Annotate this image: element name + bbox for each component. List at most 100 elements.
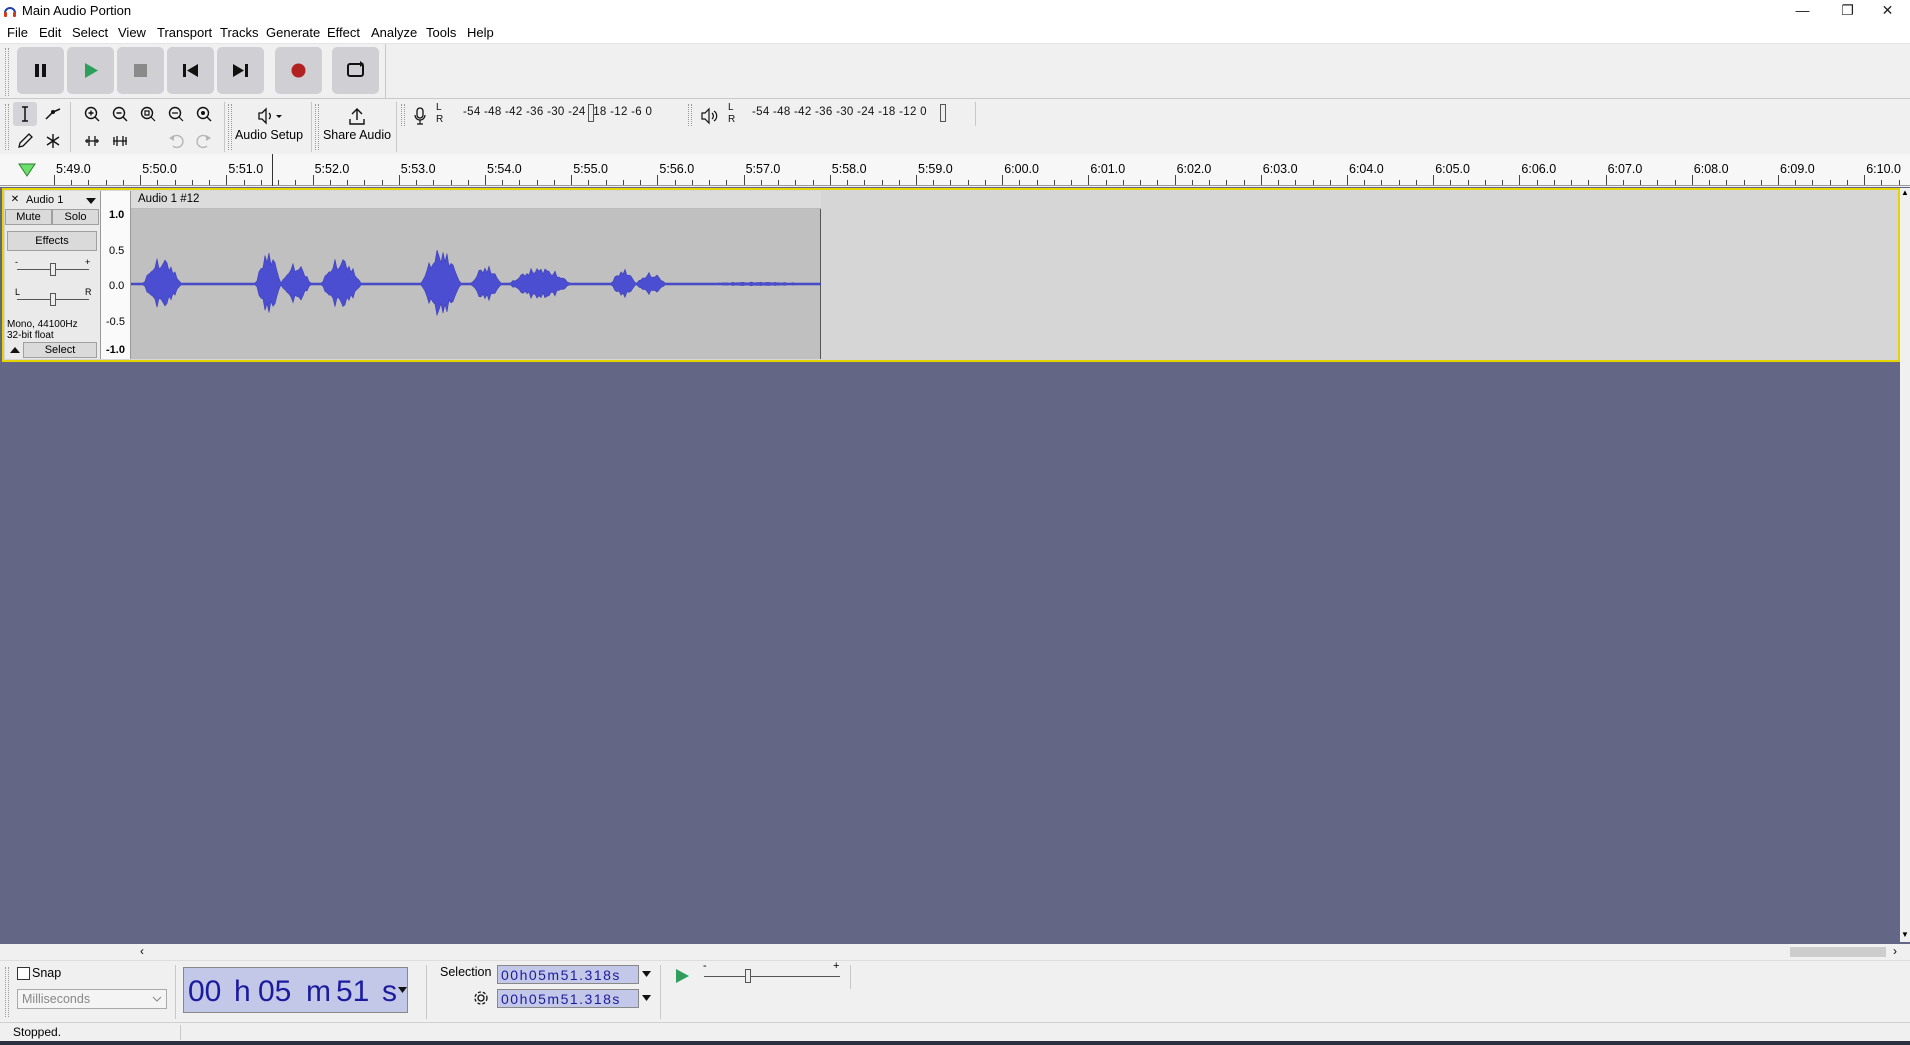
- play-at-speed-icon[interactable]: [672, 966, 692, 986]
- play-meter-scale[interactable]: -54 -48 -42 -36 -30 -24 -18 -12 0: [752, 106, 927, 118]
- track-menu-dropdown-icon[interactable]: [85, 196, 97, 206]
- speaker-icon[interactable]: [699, 105, 721, 127]
- menu-tools[interactable]: Tools: [426, 25, 456, 40]
- effects-button[interactable]: Effects: [7, 231, 97, 251]
- zoom-toggle-button[interactable]: [192, 102, 216, 126]
- toolbar-grip[interactable]: [5, 48, 9, 96]
- menu-file[interactable]: File: [7, 25, 28, 40]
- track-name[interactable]: Audio 1: [26, 194, 63, 206]
- audio-setup-button[interactable]: Audio Setup: [234, 104, 304, 150]
- taskbar-edge: [0, 1041, 1910, 1045]
- ruler-tick: [88, 180, 90, 185]
- toolbar-grip[interactable]: [688, 104, 692, 126]
- skip-to-end-button[interactable]: [217, 47, 264, 94]
- record-meter-scale[interactable]: -54 -48 -42 -36 -30 -24 -18 -12 -6 0: [463, 106, 652, 118]
- redo-button[interactable]: [192, 129, 216, 153]
- menu-select[interactable]: Select: [72, 25, 108, 40]
- silence-audio-button[interactable]: [108, 129, 132, 153]
- play-meter-slider-thumb[interactable]: [940, 104, 946, 122]
- audio-clip[interactable]: [131, 191, 821, 359]
- amplitude-ruler[interactable]: 1.0 0.5 0.0 -0.5 -1.0: [101, 191, 131, 359]
- scroll-left-icon[interactable]: ‹: [140, 944, 144, 958]
- time-display[interactable]: 00 h 05 m 51 s: [183, 967, 408, 1013]
- menu-generate[interactable]: Generate: [266, 25, 320, 40]
- multi-tool[interactable]: [41, 129, 65, 153]
- vertical-scrollbar[interactable]: ▲ ▼: [1900, 188, 1910, 942]
- play-button[interactable]: [67, 47, 114, 94]
- menu-analyze[interactable]: Analyze: [371, 25, 417, 40]
- selection-tool[interactable]: [13, 102, 37, 126]
- ruler-tick: [898, 180, 900, 185]
- scroll-right-icon[interactable]: ›: [1893, 944, 1897, 958]
- ruler-time-label: 5:59.0: [918, 162, 953, 176]
- restore-button[interactable]: ❐: [1825, 0, 1870, 22]
- toolbar-grip[interactable]: [228, 104, 232, 150]
- gain-slider-thumb[interactable]: [50, 263, 56, 276]
- selection-start-dropdown-icon[interactable]: [642, 970, 651, 978]
- selection-start-field[interactable]: 00h05m51.318s: [497, 965, 639, 984]
- horizontal-scrollbar[interactable]: ‹ ›: [0, 944, 1910, 960]
- ruler-tick: [864, 180, 866, 185]
- speed-slider-thumb[interactable]: [745, 969, 751, 983]
- track-close-button[interactable]: ✕: [7, 193, 23, 208]
- ruler-tick: [1433, 175, 1435, 185]
- ruler-tick: [950, 180, 952, 185]
- horizontal-scroll-thumb[interactable]: [1790, 947, 1886, 957]
- menu-effect[interactable]: Effect: [327, 25, 360, 40]
- close-window-button[interactable]: ✕: [1865, 0, 1910, 22]
- draw-tool[interactable]: [13, 129, 37, 153]
- zoom-out-button[interactable]: [108, 102, 132, 126]
- loop-button[interactable]: [332, 47, 379, 94]
- menu-edit[interactable]: Edit: [39, 25, 61, 40]
- ruler-tick: [640, 180, 642, 185]
- solo-button[interactable]: Solo: [52, 209, 99, 225]
- mute-button[interactable]: Mute: [5, 209, 52, 225]
- track-format-rate: Mono, 44100Hz: [7, 319, 78, 330]
- minimize-button[interactable]: —: [1780, 0, 1825, 22]
- selection-end-dropdown-icon[interactable]: [642, 994, 651, 1002]
- record-meter-slider-thumb[interactable]: [588, 104, 594, 122]
- menu-transport[interactable]: Transport: [157, 25, 212, 40]
- toolbar-grip[interactable]: [5, 967, 9, 1017]
- chevron-down-icon: [152, 996, 162, 1002]
- share-audio-button[interactable]: Share Audio: [322, 104, 392, 150]
- ruler-tick: [467, 180, 469, 185]
- fit-project-button[interactable]: [164, 102, 188, 126]
- stop-button[interactable]: [117, 47, 164, 94]
- snap-format-select[interactable]: Milliseconds: [17, 989, 167, 1009]
- timeline-ruler[interactable]: 5:49.0 5:50.0 5:51.0 5:52.0 5:53.0 5:54.0 5:55…: [0, 154, 1910, 186]
- selection-end-field[interactable]: 00h05m51.318s: [497, 989, 639, 1008]
- amplitude-label: 0.0: [109, 280, 125, 292]
- gear-icon[interactable]: [472, 989, 490, 1007]
- menu-tracks[interactable]: Tracks: [220, 25, 259, 40]
- pause-button[interactable]: [17, 47, 64, 94]
- skip-to-start-button[interactable]: [167, 47, 214, 94]
- envelope-tool[interactable]: [41, 102, 65, 126]
- toolbar-grip[interactable]: [401, 104, 405, 126]
- time-format-dropdown-icon[interactable]: [398, 986, 407, 994]
- track-select-button[interactable]: Select: [23, 342, 97, 358]
- zoom-in-button[interactable]: [80, 102, 104, 126]
- pan-slider-thumb[interactable]: [50, 293, 56, 306]
- record-button[interactable]: [275, 47, 322, 94]
- scroll-up-icon[interactable]: ▲: [1901, 188, 1909, 197]
- collapse-track-icon[interactable]: [9, 345, 21, 355]
- menu-help[interactable]: Help: [467, 25, 494, 40]
- clip-header[interactable]: Audio 1 #12: [131, 191, 821, 209]
- playhead-pin-icon[interactable]: [18, 162, 36, 178]
- trim-audio-button[interactable]: [80, 129, 104, 153]
- ruler-tick: [243, 180, 245, 185]
- scroll-down-icon[interactable]: ▼: [1901, 930, 1909, 939]
- microphone-icon[interactable]: [412, 105, 428, 127]
- toolbar-grip[interactable]: [315, 104, 319, 150]
- toolbar-grip[interactable]: [5, 104, 9, 150]
- menu-view[interactable]: View: [118, 25, 146, 40]
- snap-checkbox[interactable]: [17, 967, 30, 980]
- undo-button[interactable]: [164, 129, 188, 153]
- fit-selection-button[interactable]: [136, 102, 160, 126]
- ruler-tick: [778, 180, 780, 185]
- selection-label: Selection: [440, 965, 492, 979]
- ruler-tick: [1174, 175, 1176, 185]
- toolbar-divider: [224, 102, 225, 152]
- speed-slider-track[interactable]: [704, 976, 840, 977]
